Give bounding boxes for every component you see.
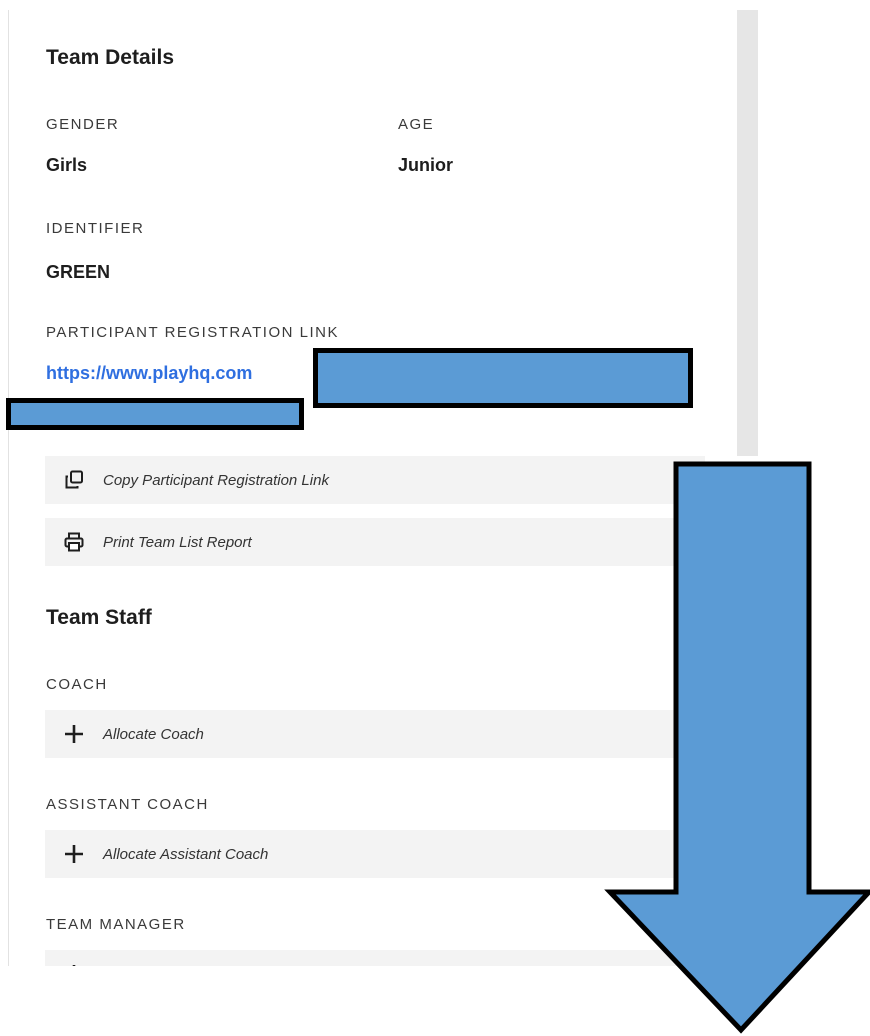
down-arrow-annotation <box>604 461 870 1034</box>
